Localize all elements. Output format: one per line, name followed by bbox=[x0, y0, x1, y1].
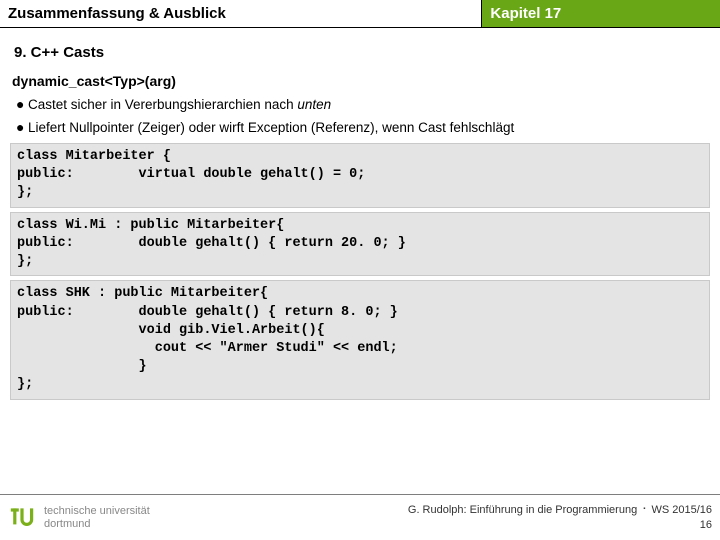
separator-dot-icon: ▪ bbox=[643, 506, 645, 512]
chapter-badge: Kapitel 17 bbox=[482, 0, 720, 27]
code-block: class SHK : public Mitarbeiter{ public: … bbox=[10, 280, 710, 399]
author-course: G. Rudolph: Einführung in die Programmie… bbox=[408, 504, 637, 516]
uni-name: technische universität dortmund bbox=[44, 505, 150, 529]
bullet-em: unten bbox=[297, 97, 331, 112]
section-heading: 9. C++ Casts bbox=[14, 44, 710, 61]
term-label: WS 2015/16 bbox=[651, 504, 712, 516]
footer-right: G. Rudolph: Einführung in die Programmie… bbox=[408, 503, 712, 532]
slide-body: 9. C++ Casts dynamic_cast<Typ>(arg) ● Ca… bbox=[0, 28, 720, 400]
list-item: ● Liefert Nullpointer (Zeiger) oder wirf… bbox=[16, 120, 710, 135]
breadcrumb-title: Zusammenfassung & Ausblick bbox=[0, 0, 482, 27]
code-block: class Wi.Mi : public Mitarbeiter{ public… bbox=[10, 212, 710, 277]
bullet-dot-icon: ● bbox=[16, 97, 28, 111]
bullet-dot-icon: ● bbox=[16, 120, 28, 134]
page-number: 16 bbox=[408, 518, 712, 532]
slide-footer: technische universität dortmund G. Rudol… bbox=[0, 494, 720, 540]
tu-logo-icon bbox=[6, 502, 38, 534]
bullet-text: Castet sicher in Vererbungshierarchien n… bbox=[28, 97, 297, 112]
slide-header: Zusammenfassung & Ausblick Kapitel 17 bbox=[0, 0, 720, 28]
code-block: class Mitarbeiter { public: virtual doub… bbox=[10, 143, 710, 208]
uni-name-line2: dortmund bbox=[44, 518, 150, 530]
uni-logo: technische universität dortmund bbox=[6, 502, 150, 534]
list-item: ● Castet sicher in Vererbungshierarchien… bbox=[16, 97, 710, 112]
uni-name-line1: technische universität bbox=[44, 505, 150, 517]
bullet-list: ● Castet sicher in Vererbungshierarchien… bbox=[16, 97, 710, 135]
bullet-text: Liefert Nullpointer (Zeiger) oder wirft … bbox=[28, 120, 514, 135]
cast-signature: dynamic_cast<Typ>(arg) bbox=[12, 73, 710, 89]
